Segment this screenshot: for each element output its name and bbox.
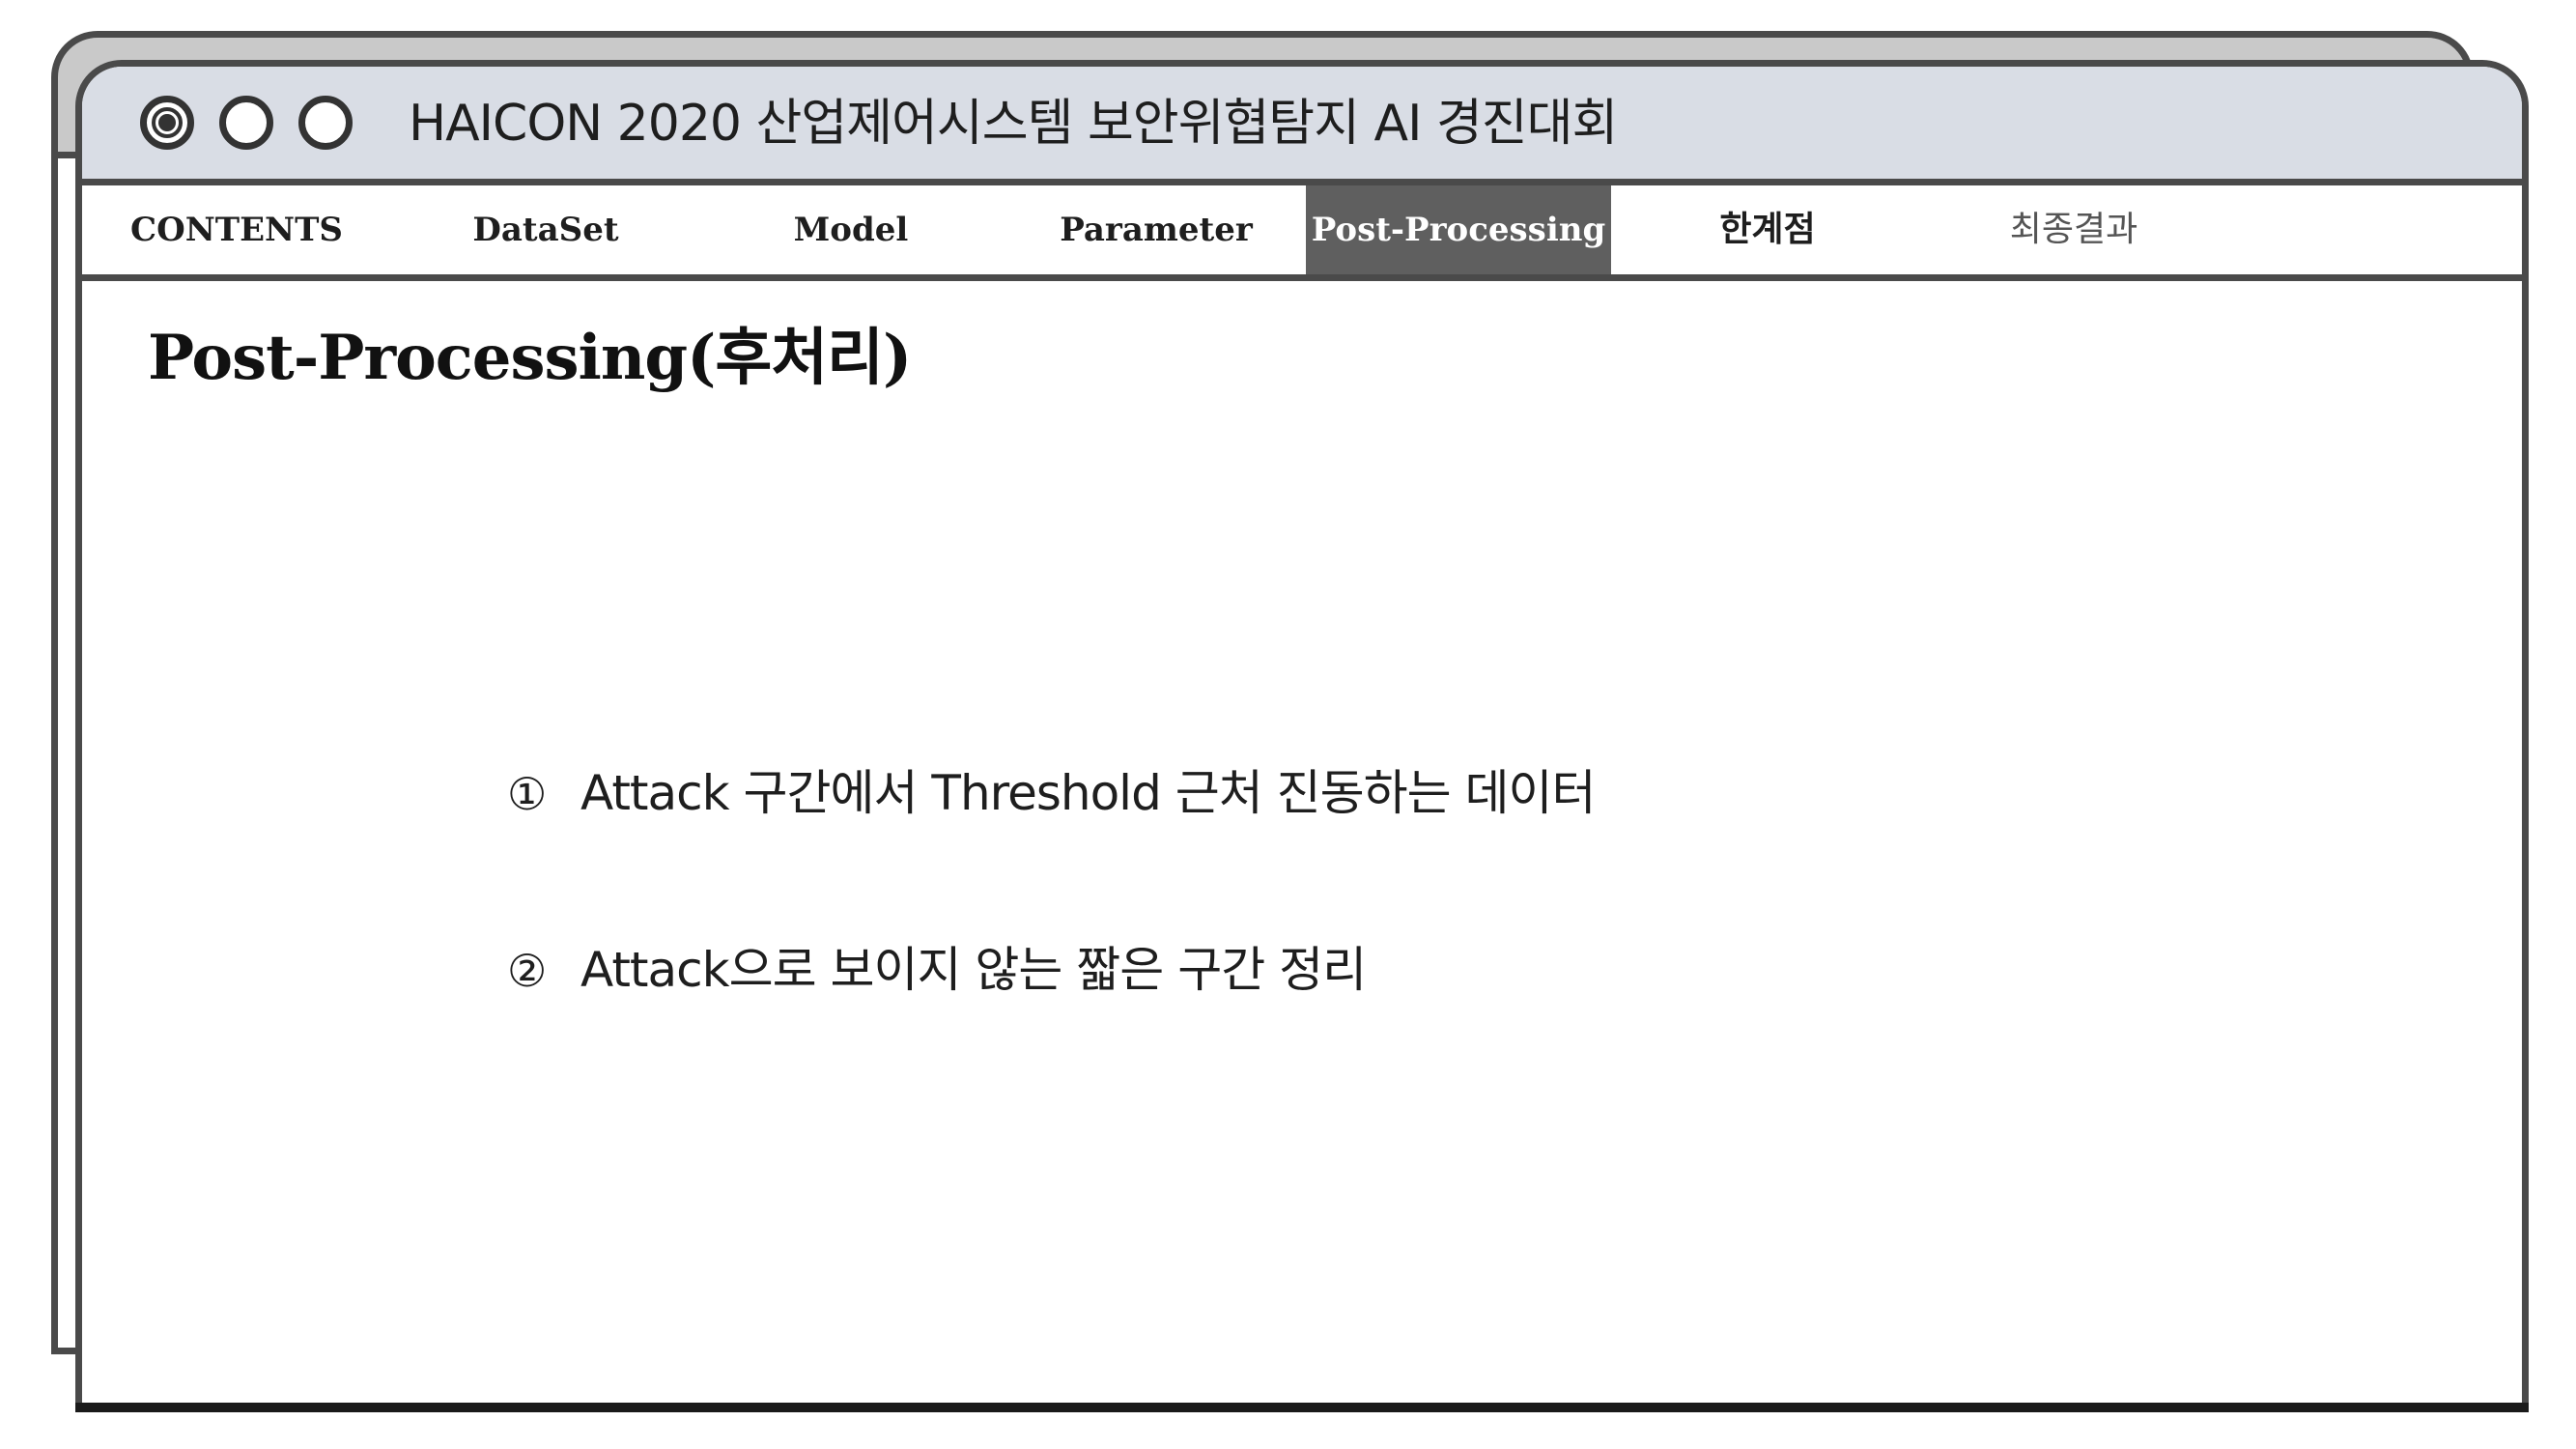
nav-item-limitations[interactable]: 한계점 [1652, 185, 1883, 274]
window-title: HAICON 2020 산업제어시스템 보안위협탐지 AI 경진대회 [409, 95, 1618, 153]
nav-item-model[interactable]: Model [735, 185, 967, 274]
window-control-icon[interactable] [298, 96, 353, 150]
list-item: ② Attack으로 보이지 않는 짧은 구간 정리 [507, 931, 1367, 1009]
window-bottom-edge [75, 1403, 2529, 1412]
page-title: Post-Processing(후처리) [148, 322, 912, 394]
browser-window: HAICON 2020 산업제어시스템 보안위협탐지 AI 경진대회 CONTE… [75, 60, 2529, 1410]
nav-item-final-results[interactable]: 최종결과 [1958, 185, 2190, 274]
nav-item-parameter[interactable]: Parameter [1040, 185, 1272, 274]
list-item: ① Attack 구간에서 Threshold 근처 진동하는 데이터 [507, 754, 1596, 832]
nav-item-contents[interactable]: CONTENTS [121, 185, 353, 274]
list-item-text: Attack으로 보이지 않는 짧은 구간 정리 [580, 942, 1367, 998]
window-control-active-icon[interactable] [140, 96, 194, 150]
list-item-number: ② [507, 945, 547, 997]
nav-item-post-processing[interactable]: Post-Processing [1306, 185, 1611, 274]
slide-canvas: HAICON 2020 산업제어시스템 보안위협탐지 AI 경진대회 CONTE… [0, 0, 2576, 1449]
nav-bar: CONTENTS DataSet Model Parameter Post-Pr… [82, 185, 2522, 281]
title-bar: HAICON 2020 산업제어시스템 보안위협탐지 AI 경진대회 [82, 67, 2522, 185]
list-item-text: Attack 구간에서 Threshold 근처 진동하는 데이터 [580, 765, 1596, 821]
list-item-number: ① [507, 768, 547, 820]
nav-item-dataset[interactable]: DataSet [430, 185, 662, 274]
window-control-icon[interactable] [219, 96, 273, 150]
